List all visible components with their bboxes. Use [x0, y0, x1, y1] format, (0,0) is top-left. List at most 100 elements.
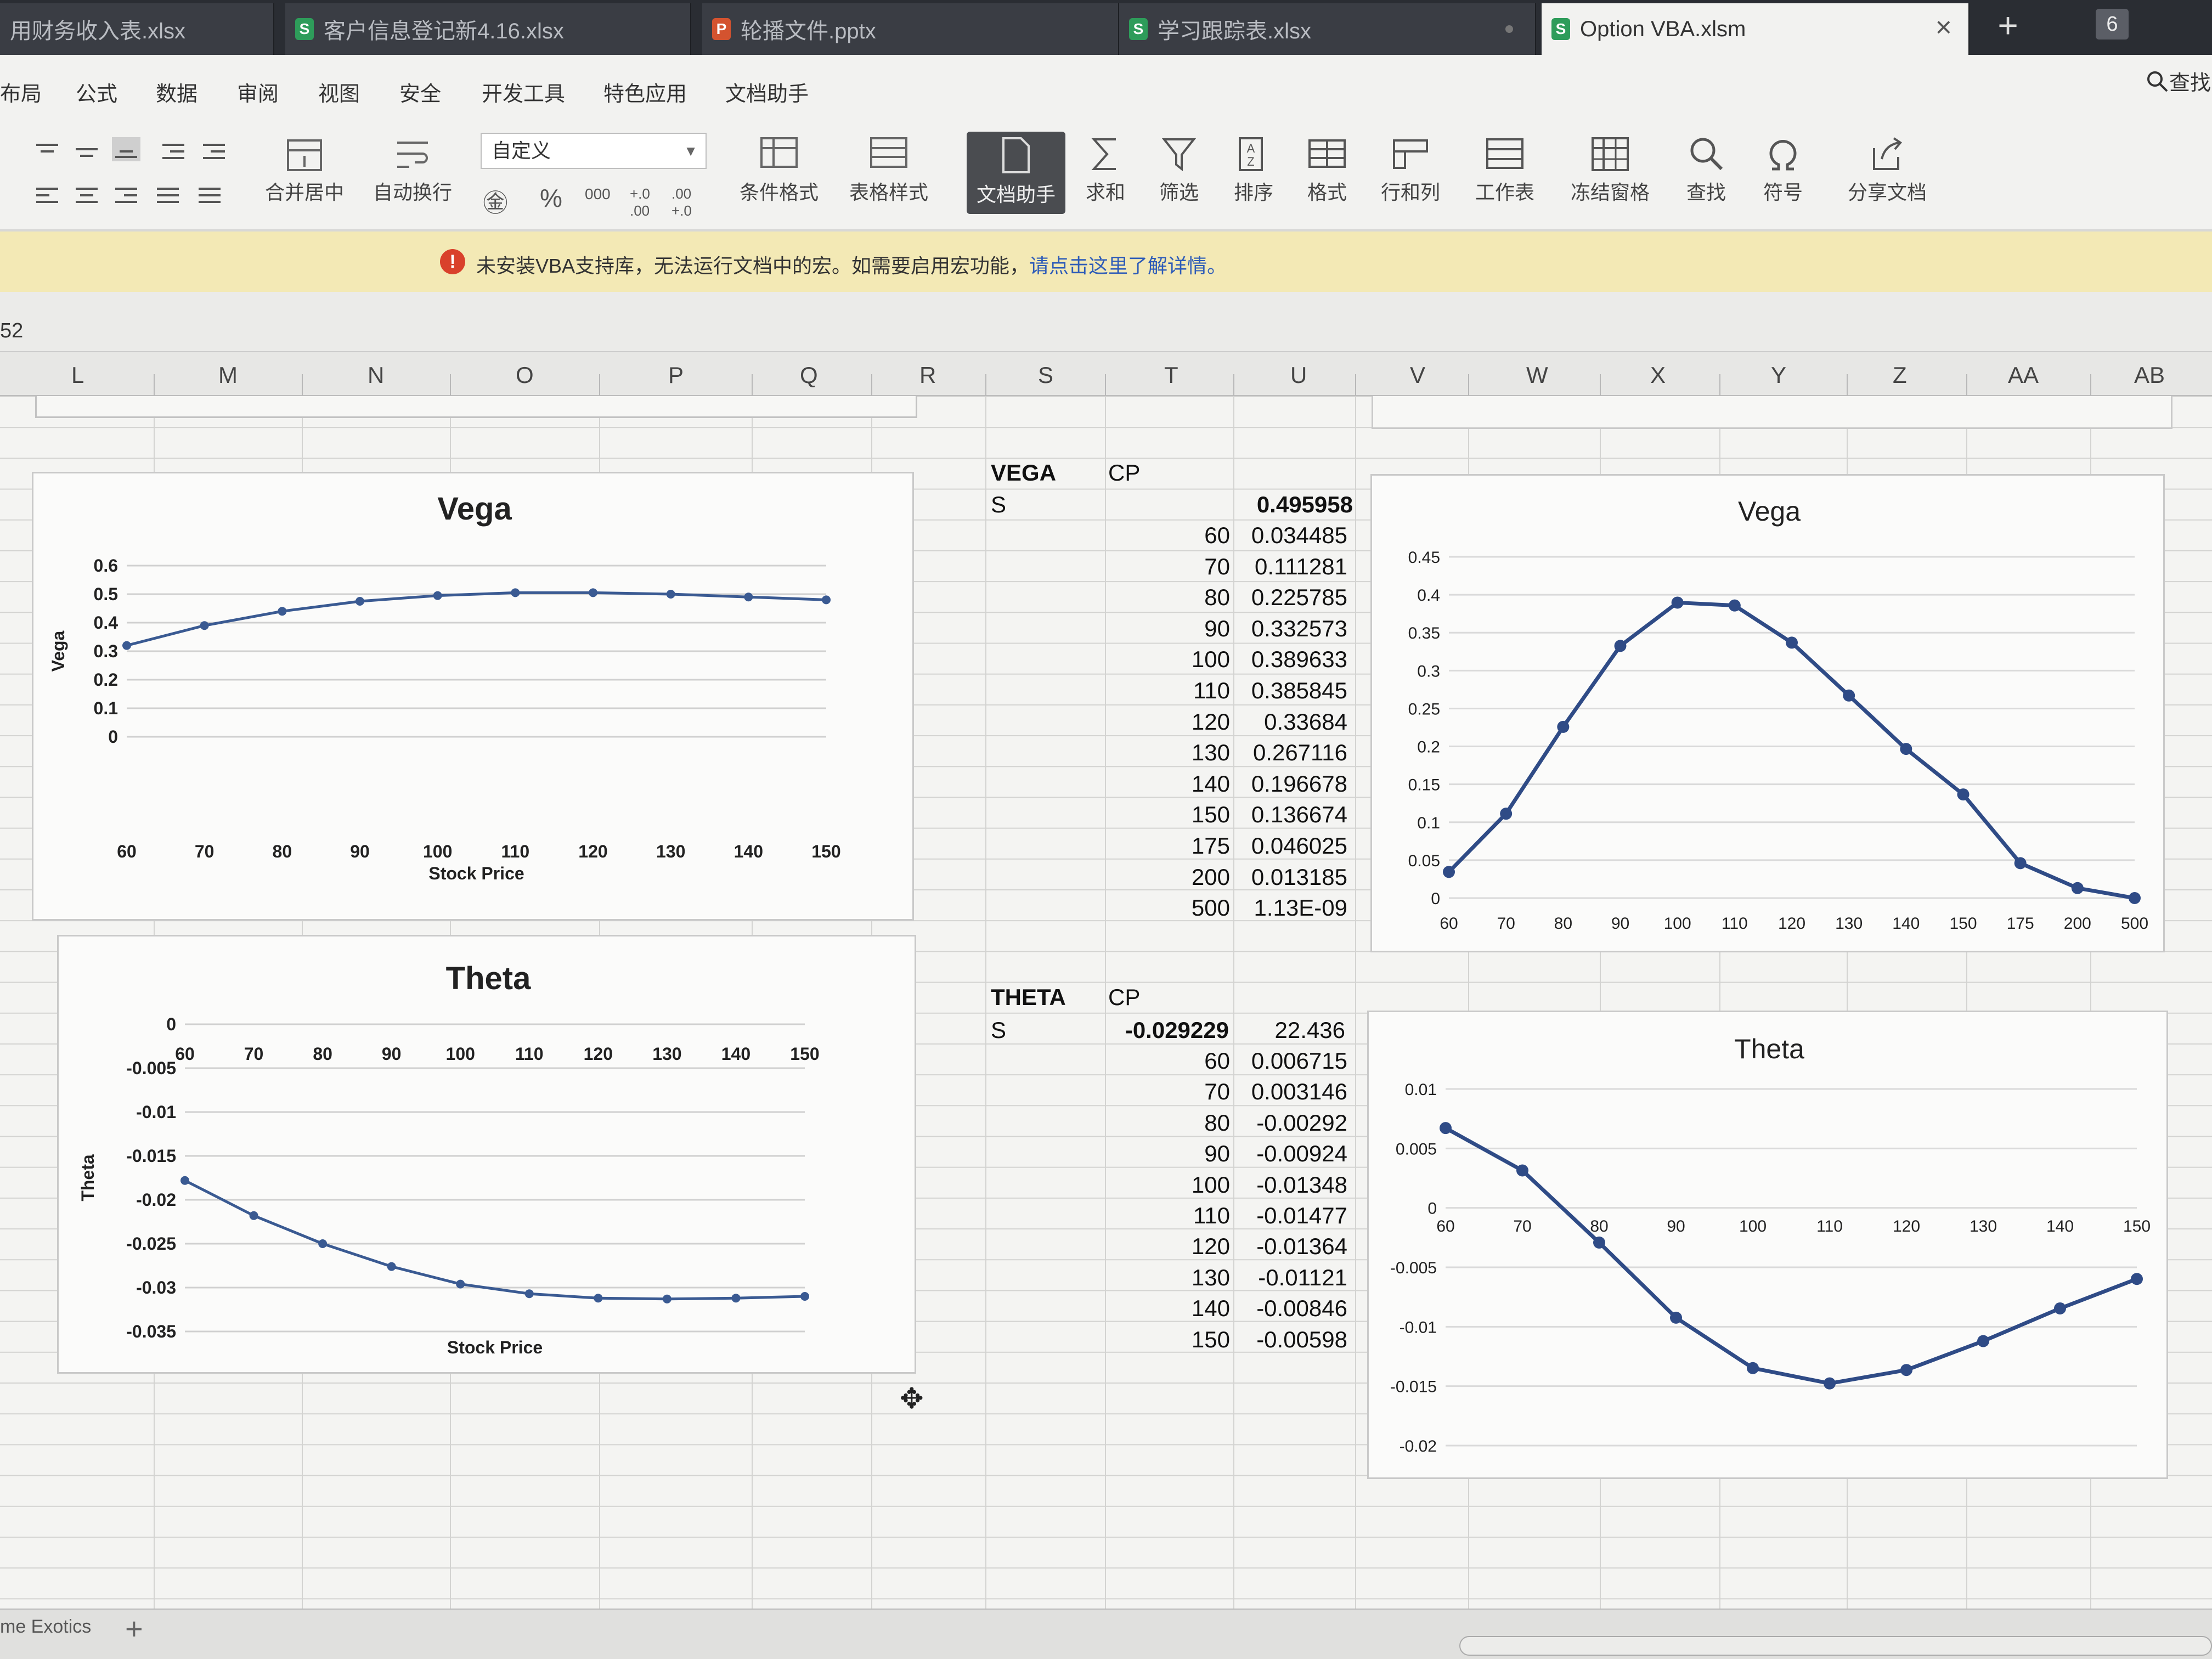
vega-stock-price-cell[interactable]: 200 — [1125, 864, 1230, 890]
column-separator[interactable] — [1468, 374, 1469, 396]
table-style-button[interactable]: 表格样式 — [839, 135, 938, 205]
column-header[interactable]: P — [668, 362, 684, 388]
sheet-tab[interactable]: me Exotics — [0, 1616, 91, 1638]
worksheet-button[interactable]: 工作表 — [1464, 135, 1546, 205]
vega-value-cell[interactable]: 0.332573 — [1238, 616, 1347, 642]
decrease-indent-icon[interactable] — [159, 140, 188, 165]
cell-reference[interactable]: 52 — [0, 319, 23, 343]
menu-view[interactable]: 视图 — [318, 77, 360, 107]
column-separator[interactable] — [1966, 374, 1967, 396]
theta-value-cell[interactable]: -0.00598 — [1238, 1327, 1347, 1353]
column-separator[interactable] — [450, 374, 451, 396]
tab-finance[interactable]: 用财务收入表.xlsx — [0, 3, 274, 55]
horizontal-scrollbar[interactable] — [1459, 1636, 2212, 1656]
distributed-align-icon[interactable] — [195, 184, 224, 208]
vega-value-cell[interactable]: 0.267116 — [1238, 740, 1347, 766]
number-format-select[interactable]: 自定义 ▼ — [481, 133, 707, 169]
column-separator[interactable] — [154, 374, 155, 396]
column-separator[interactable] — [302, 374, 303, 396]
justify-icon[interactable] — [154, 184, 182, 208]
theta-stock-price-cell[interactable]: 110 — [1125, 1203, 1230, 1229]
vega-s-cell[interactable]: S — [991, 492, 1006, 518]
vega-chart-right[interactable]: Vega 0 0.05 0.1 0.15 0.2 0.25 0.3 0.35 0.4 0.45 60 7… — [1370, 474, 2165, 952]
vega-cp-cell[interactable]: CP — [1108, 460, 1140, 486]
share-doc-button[interactable]: 分享文档 — [1838, 135, 1937, 205]
vega-stock-price-cell[interactable]: 120 — [1125, 709, 1230, 735]
add-sheet-button[interactable]: + — [125, 1611, 143, 1646]
vega-stock-price-cell[interactable]: 70 — [1125, 554, 1230, 580]
tab-count-badge[interactable]: 6 — [2096, 9, 2129, 40]
column-header[interactable]: Y — [1771, 362, 1786, 388]
column-separator[interactable] — [871, 374, 872, 396]
column-separator[interactable] — [985, 374, 986, 396]
theta-chart-left[interactable]: Theta 0 -0.005 -0.01 -0.015 -0.02 -0.025 -0.03 -… — [57, 935, 916, 1374]
theta-value-cell[interactable]: 0.003146 — [1238, 1079, 1347, 1105]
align-middle-icon[interactable] — [72, 140, 101, 165]
column-header[interactable]: W — [1526, 362, 1548, 388]
vega-value-cell[interactable]: 0.046025 — [1238, 833, 1347, 859]
theta-stock-price-cell[interactable]: 120 — [1125, 1233, 1230, 1260]
align-center-icon[interactable] — [72, 184, 101, 208]
theta-cp-cell[interactable]: CP — [1108, 984, 1140, 1011]
new-tab-button[interactable]: + — [1986, 3, 2030, 47]
vega-stock-price-cell[interactable]: 110 — [1125, 678, 1230, 704]
close-icon[interactable]: × — [1936, 11, 1952, 44]
vega-value-cell[interactable]: 0.33684 — [1238, 709, 1347, 735]
align-top-icon[interactable] — [33, 140, 61, 165]
theta-value-cell[interactable]: 0.006715 — [1238, 1048, 1347, 1074]
theta-header-cp-cell[interactable]: -0.029229 — [1097, 1017, 1229, 1043]
sort-button[interactable]: AZ 排序 — [1223, 135, 1284, 205]
conditional-format-button[interactable]: 条件格式 — [724, 135, 834, 205]
column-separator[interactable] — [1847, 374, 1848, 396]
theta-value-cell[interactable]: -0.01364 — [1238, 1233, 1347, 1260]
vega-header-value-cell[interactable]: 0.495958 — [1238, 492, 1353, 518]
column-separator[interactable] — [752, 374, 753, 396]
column-header[interactable]: R — [919, 362, 936, 388]
menu-formulas[interactable]: 公式 — [76, 77, 117, 107]
vega-value-cell[interactable]: 0.225785 — [1238, 584, 1347, 611]
align-right-icon[interactable] — [112, 184, 140, 208]
vega-stock-price-cell[interactable]: 80 — [1125, 584, 1230, 611]
doc-assistant-button[interactable]: 文档助手 — [967, 132, 1065, 214]
column-separator[interactable] — [1355, 374, 1356, 396]
column-separator[interactable] — [2090, 374, 2091, 396]
vega-stock-price-cell[interactable]: 500 — [1125, 895, 1230, 921]
currency-format-icon[interactable]: ㊎ — [483, 183, 508, 219]
column-header[interactable]: T — [1164, 362, 1178, 388]
theta-value-cell[interactable]: -0.00846 — [1238, 1295, 1347, 1322]
column-header[interactable]: AB — [2134, 362, 2165, 388]
vega-value-cell[interactable]: 0.196678 — [1238, 771, 1347, 797]
theta-stock-price-cell[interactable]: 130 — [1125, 1265, 1230, 1291]
theta-title-cell[interactable]: THETA — [991, 984, 1066, 1011]
find-button[interactable]: 查找 — [1673, 135, 1739, 205]
theta-value-cell[interactable]: -0.01348 — [1238, 1172, 1347, 1198]
column-header[interactable]: N — [368, 362, 384, 388]
vega-value-cell[interactable]: 1.13E-09 — [1238, 895, 1347, 921]
vega-value-cell[interactable]: 0.034485 — [1238, 522, 1347, 549]
percent-format-button[interactable]: % — [540, 183, 562, 213]
theta-stock-price-cell[interactable]: 140 — [1125, 1295, 1230, 1322]
column-header[interactable]: Z — [1893, 362, 1907, 388]
format-button[interactable]: 格式 — [1297, 135, 1357, 205]
theta-header-value-cell[interactable]: 22.436 — [1238, 1017, 1345, 1043]
vega-value-cell[interactable]: 0.136674 — [1238, 802, 1347, 828]
sum-button[interactable]: 求和 — [1075, 135, 1136, 205]
column-header[interactable]: V — [1410, 362, 1425, 388]
theta-stock-price-cell[interactable]: 90 — [1125, 1141, 1230, 1167]
tab-study-tracker[interactable]: S 学习跟踪表.xlsx — [1119, 3, 1536, 55]
align-left-icon[interactable] — [33, 184, 61, 208]
menu-features[interactable]: 特色应用 — [603, 77, 687, 107]
vega-title-cell[interactable]: VEGA — [991, 460, 1056, 486]
menu-review[interactable]: 审阅 — [237, 77, 279, 107]
column-header[interactable]: S — [1038, 362, 1053, 388]
vega-stock-price-cell[interactable]: 140 — [1125, 771, 1230, 797]
column-header[interactable]: L — [71, 362, 84, 388]
column-header[interactable]: O — [516, 362, 534, 388]
vega-stock-price-cell[interactable]: 60 — [1125, 522, 1230, 549]
theta-value-cell[interactable]: -0.00292 — [1238, 1110, 1347, 1136]
tab-slideshow[interactable]: P 轮播文件.pptx — [702, 3, 1119, 55]
vega-stock-price-cell[interactable]: 90 — [1125, 616, 1230, 642]
vega-stock-price-cell[interactable]: 175 — [1125, 833, 1230, 859]
vega-chart-left[interactable]: Vega 0 0.1 0.2 0.3 0.4 0.5 0.6 60 70 80 90 100 110 120… — [32, 472, 914, 921]
warning-details-link[interactable]: 请点击这里了解详情。 — [1029, 255, 1227, 277]
